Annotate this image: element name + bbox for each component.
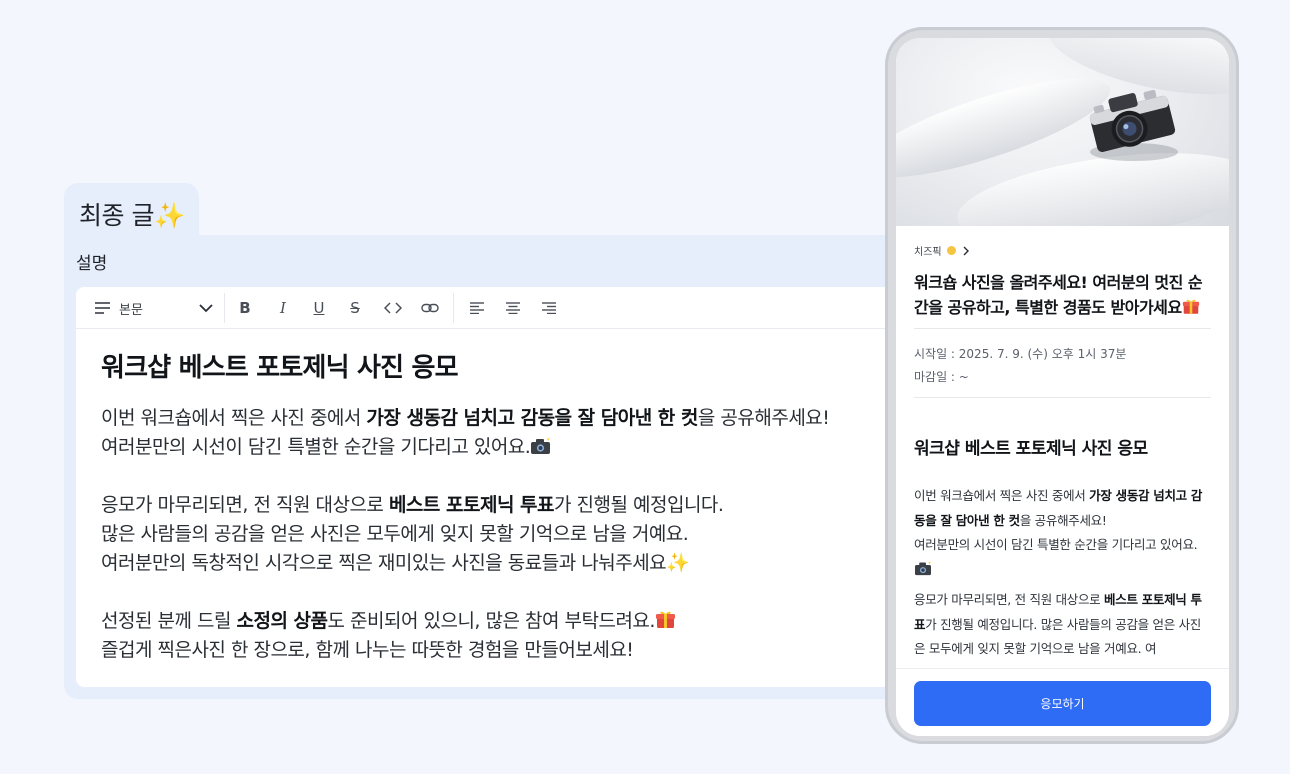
description-label: 설명 bbox=[76, 254, 108, 274]
category-label: 치즈픽 bbox=[914, 247, 942, 258]
align-right-icon bbox=[542, 302, 556, 314]
start-date: 시작일 : 2025. 7. 9. (수) 오후 1시 37분 bbox=[914, 347, 1127, 361]
preview-category[interactable]: 치즈픽 bbox=[914, 243, 1211, 258]
paragraph-icon bbox=[95, 302, 110, 314]
preview-title-text: 워크숍 사진을 올려주세요! 여러분의 멋진 순간을 공유하고, 특별한 경품도… bbox=[914, 273, 1203, 317]
text-run: 도 준비되어 있으니, 많은 참여 부탁드려요. bbox=[327, 610, 656, 632]
chevron-down-icon bbox=[199, 304, 213, 313]
paragraph-3: 선정된 분께 드릴 소정의 상품도 준비되어 있으니, 많은 참여 부탁드려요.… bbox=[101, 607, 901, 665]
text-run: 을 공유해주세요! bbox=[1019, 512, 1107, 528]
preview-body: 이번 워크숍에서 찍은 사진 중에서 가장 생동감 넘치고 감동을 잘 담아낸 … bbox=[914, 484, 1211, 668]
code-button[interactable] bbox=[381, 287, 405, 329]
divider bbox=[914, 328, 1211, 329]
preview-paragraph-2: 응모가 마무리되면, 전 직원 대상으로 베스트 포토제닉 투표가 진행될 예정… bbox=[914, 588, 1211, 662]
bold-button[interactable]: B bbox=[234, 287, 256, 329]
align-left-icon bbox=[470, 302, 484, 314]
bold-text: 소정의 상품 bbox=[236, 610, 328, 632]
camera-photo bbox=[1089, 89, 1178, 161]
preview-dates: 시작일 : 2025. 7. 9. (수) 오후 1시 37분 마감일 : ~ bbox=[914, 343, 1211, 389]
link-button[interactable] bbox=[418, 287, 442, 329]
apply-button[interactable]: 응모하기 bbox=[914, 681, 1211, 726]
code-icon bbox=[384, 302, 402, 314]
divider bbox=[914, 397, 1211, 398]
text-run: 이번 워크숍에서 찍은 사진 중에서 bbox=[914, 488, 1090, 503]
editor-content[interactable]: 워크샵 베스트 포토제닉 사진 응모 이번 워크숍에서 찍은 사진 중에서 가장… bbox=[101, 347, 901, 694]
link-icon bbox=[421, 303, 439, 313]
camera-flash-emoji-icon bbox=[531, 436, 551, 454]
text-run: 을 공유해주세요! bbox=[697, 407, 830, 429]
text-run: 여러분만의 시선이 담긴 특별한 순간을 기다리고 있어요. bbox=[914, 537, 1198, 552]
toolbar-divider bbox=[224, 293, 225, 323]
text-run: 가 진행될 예정입니다. bbox=[554, 494, 724, 516]
camera-flash-emoji-icon bbox=[915, 559, 931, 575]
preview-title: 워크숍 사진을 올려주세요! 여러분의 멋진 순간을 공유하고, 특별한 경품도… bbox=[914, 270, 1211, 320]
preview-bottom-bar: 응모하기 bbox=[896, 668, 1229, 736]
text-style-select[interactable]: 본문 bbox=[94, 287, 214, 329]
bold-text: 베스트 포토제닉 투표 bbox=[388, 494, 555, 516]
tab-title-text: 최종 글 bbox=[79, 201, 154, 230]
paragraph-2: 응모가 마무리되면, 전 직원 대상으로 베스트 포토제닉 투표가 진행될 예정… bbox=[101, 491, 901, 578]
text-run: 여러분만의 독창적인 시각으로 찍은 재미있는 사진을 동료들과 나눠주세요 bbox=[101, 552, 667, 574]
align-center-button[interactable] bbox=[502, 287, 524, 329]
toolbar-divider bbox=[453, 293, 454, 323]
editor-toolbar: 본문 B I U S bbox=[76, 287, 912, 329]
strikethrough-button[interactable]: S bbox=[344, 287, 366, 329]
underline-button[interactable]: U bbox=[308, 287, 330, 329]
text-run: 선정된 분께 드릴 bbox=[101, 610, 237, 632]
cheese-icon bbox=[946, 246, 956, 255]
align-center-icon bbox=[506, 302, 520, 314]
final-post-title: 최종 글✨ bbox=[79, 196, 185, 232]
mobile-preview-screen: 치즈픽 워크숍 사진을 올려주세요! 여러분의 멋진 순간을 공유하고, 특별한… bbox=[896, 38, 1229, 736]
text-run: 응모가 마무리되면, 전 직원 대상으로 bbox=[914, 592, 1105, 607]
post-heading: 워크샵 베스트 포토제닉 사진 응모 bbox=[101, 353, 459, 383]
text-run: 이번 워크숍에서 찍은 사진 중에서 bbox=[101, 407, 367, 429]
text-run: 여러분만의 시선이 담긴 특별한 순간을 기다리고 있어요. bbox=[101, 436, 531, 458]
text-run: 즐겁게 찍은사진 한 장으로, 함께 나누는 따뜻한 경험을 만들어보세요! bbox=[101, 639, 634, 661]
hero-image bbox=[896, 38, 1229, 226]
gift-emoji-icon bbox=[1182, 299, 1199, 314]
paragraph-1: 이번 워크숍에서 찍은 사진 중에서 가장 생동감 넘치고 감동을 잘 담아낸 … bbox=[101, 404, 901, 462]
text-style-label: 본문 bbox=[119, 302, 143, 318]
align-right-button[interactable] bbox=[538, 287, 560, 329]
gift-emoji-icon bbox=[655, 611, 675, 628]
preview-paragraph-1: 이번 워크숍에서 찍은 사진 중에서 가장 생동감 넘치고 감동을 잘 담아낸 … bbox=[914, 484, 1211, 582]
italic-button[interactable]: I bbox=[272, 287, 294, 329]
sparkles-icon: ✨ bbox=[666, 552, 690, 574]
text-run: 가 진행될 예정입니다. 많은 사람들의 공감을 얻은 사진은 모두에게 잊지 … bbox=[914, 616, 1201, 657]
align-left-button[interactable] bbox=[466, 287, 488, 329]
chevron-right-icon bbox=[963, 246, 969, 255]
rich-text-editor[interactable]: 본문 B I U S 워크샵 베스트 포토제닉 사진 응모 이번 워크숍에서 찍… bbox=[76, 287, 912, 687]
text-run: 많은 사람들의 공감을 얻은 사진은 모두에게 잊지 못할 기억으로 남을 거예… bbox=[101, 523, 689, 545]
end-date: 마감일 : ~ bbox=[914, 370, 969, 384]
preview-heading: 워크샵 베스트 포토제닉 사진 응모 bbox=[914, 439, 1148, 459]
bold-text: 가장 생동감 넘치고 감동을 잘 담아낸 한 컷 bbox=[366, 407, 698, 429]
text-run: 응모가 마무리되면, 전 직원 대상으로 bbox=[101, 494, 389, 516]
sparkles-icon: ✨ bbox=[153, 201, 185, 230]
